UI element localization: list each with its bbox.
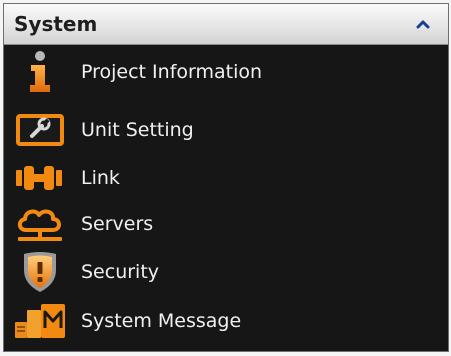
menu-item-security[interactable]: Security [4, 249, 448, 295]
menu-item-servers[interactable]: Servers [4, 201, 448, 247]
menu-item-label: Servers [81, 213, 154, 235]
menu-item-project-information[interactable]: Project Information [4, 49, 448, 95]
link-icon [12, 155, 68, 201]
menu-item-label: Security [81, 261, 160, 283]
panel-title: System [14, 12, 98, 36]
panel-header[interactable]: System [4, 4, 448, 45]
menu-item-link[interactable]: Link [4, 155, 448, 201]
menu-item-label: Unit Setting [81, 119, 194, 141]
message-icon [12, 298, 68, 344]
menu-item-unit-setting[interactable]: Unit Setting [4, 107, 448, 153]
wrench-icon [12, 107, 68, 153]
menu-item-label: Link [81, 167, 120, 189]
chevron-up-icon[interactable] [414, 16, 432, 32]
menu-item-label: System Message [81, 310, 242, 332]
system-panel: System Project Information Unit Setting … [0, 0, 451, 356]
menu-item-system-message[interactable]: System Message [4, 298, 448, 344]
panel-frame: System Project Information Unit Setting … [3, 3, 449, 352]
menu-item-label: Project Information [81, 61, 263, 83]
info-icon [12, 49, 68, 95]
shield-icon [12, 249, 68, 295]
cloud-server-icon [12, 201, 68, 247]
